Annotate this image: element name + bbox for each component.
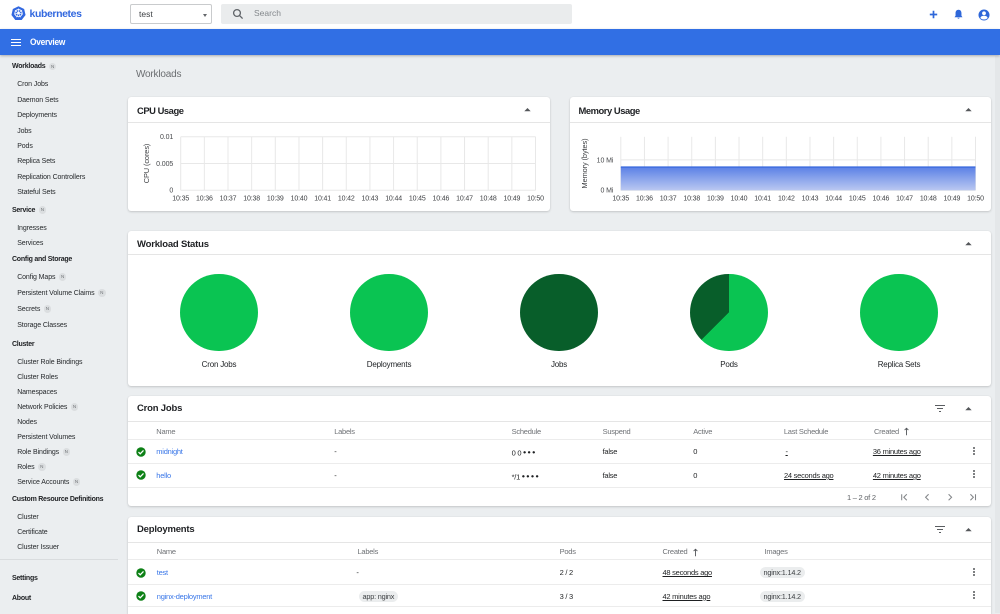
svg-text:10:42: 10:42 — [338, 195, 355, 202]
svg-text:10:49: 10:49 — [943, 195, 960, 202]
svg-text:10:39: 10:39 — [267, 195, 284, 202]
svg-text:0: 0 — [169, 187, 173, 194]
svg-text:10:46: 10:46 — [432, 195, 449, 202]
svg-text:10:40: 10:40 — [291, 195, 308, 202]
svg-text:10:43: 10:43 — [362, 195, 379, 202]
svg-text:10:44: 10:44 — [385, 195, 402, 202]
svg-text:10:37: 10:37 — [220, 195, 237, 202]
svg-text:0 Mi: 0 Mi — [600, 187, 613, 194]
svg-text:10:50: 10:50 — [527, 195, 544, 202]
svg-text:10:46: 10:46 — [872, 195, 889, 202]
svg-text:10 Mi: 10 Mi — [596, 157, 613, 164]
svg-text:10:35: 10:35 — [612, 195, 629, 202]
svg-text:10:44: 10:44 — [825, 195, 842, 202]
svg-text:10:50: 10:50 — [967, 195, 984, 202]
svg-text:CPU (cores): CPU (cores) — [142, 143, 151, 183]
svg-text:10:48: 10:48 — [480, 195, 497, 202]
svg-text:10:36: 10:36 — [636, 195, 653, 202]
svg-text:10:43: 10:43 — [801, 195, 818, 202]
svg-text:10:39: 10:39 — [706, 195, 723, 202]
svg-text:10:45: 10:45 — [848, 195, 865, 202]
svg-text:10:48: 10:48 — [919, 195, 936, 202]
svg-text:10:38: 10:38 — [243, 195, 260, 202]
svg-text:10:41: 10:41 — [754, 195, 771, 202]
svg-text:Memory (bytes): Memory (bytes) — [580, 138, 589, 188]
svg-text:10:47: 10:47 — [456, 195, 473, 202]
svg-text:10:47: 10:47 — [896, 195, 913, 202]
svg-text:0.005: 0.005 — [156, 160, 173, 167]
svg-text:10:38: 10:38 — [683, 195, 700, 202]
svg-text:10:49: 10:49 — [503, 195, 520, 202]
svg-text:10:45: 10:45 — [409, 195, 426, 202]
svg-text:10:41: 10:41 — [314, 195, 331, 202]
svg-text:10:36: 10:36 — [196, 195, 213, 202]
svg-text:0.01: 0.01 — [160, 134, 173, 141]
svg-text:10:42: 10:42 — [777, 195, 794, 202]
svg-text:10:37: 10:37 — [659, 195, 676, 202]
svg-text:10:35: 10:35 — [172, 195, 189, 202]
svg-text:10:40: 10:40 — [730, 195, 747, 202]
